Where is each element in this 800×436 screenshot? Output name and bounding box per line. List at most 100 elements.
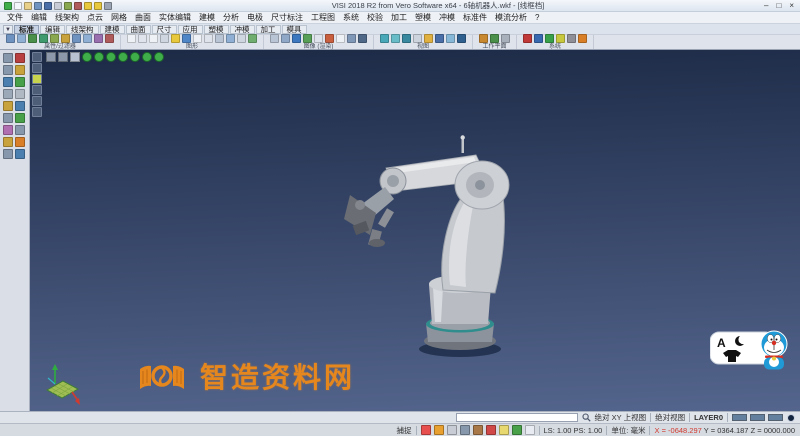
orbit-top-icon[interactable] <box>142 52 152 62</box>
attribute-paste-icon[interactable] <box>83 34 92 43</box>
snap-node-icon[interactable] <box>3 125 13 135</box>
menu-item[interactable]: 分析 <box>219 12 243 23</box>
menu-item[interactable]: 模流分析 <box>491 12 531 23</box>
view-cursor-icon[interactable] <box>70 52 80 62</box>
snap-auto-icon[interactable] <box>15 149 25 159</box>
type-filter-icon[interactable] <box>39 34 48 43</box>
view-mode-icon[interactable] <box>46 52 56 62</box>
snap-parallel-icon[interactable] <box>15 113 25 123</box>
refresh-graphics-icon[interactable] <box>248 34 257 43</box>
snap-light-icon[interactable] <box>498 425 509 435</box>
wireframe-view-icon[interactable] <box>127 34 136 43</box>
menu-item[interactable]: 系统 <box>339 12 363 23</box>
plot-icon[interactable] <box>64 1 72 10</box>
workplane-new-icon[interactable] <box>479 34 488 43</box>
viewport-active-icon[interactable] <box>32 74 42 84</box>
menu-item[interactable]: 塑模 <box>411 12 435 23</box>
render-blue-icon[interactable] <box>292 34 301 43</box>
ghost-view-icon[interactable] <box>160 34 169 43</box>
viewport-single-icon[interactable] <box>32 52 42 62</box>
snap-quad-icon[interactable] <box>3 101 13 111</box>
highlight-edges-icon[interactable] <box>171 34 180 43</box>
menu-item[interactable]: 网格 <box>107 12 131 23</box>
orbit-x-icon[interactable] <box>94 52 104 62</box>
menu-item[interactable]: 尺寸标注 <box>267 12 307 23</box>
show-planes-icon[interactable] <box>226 34 235 43</box>
pan-view-icon[interactable] <box>413 34 422 43</box>
toolbar-tab[interactable]: 模具 <box>281 24 307 34</box>
toolbar-tab[interactable]: 应用 <box>177 24 203 34</box>
new-file-icon[interactable] <box>14 1 22 10</box>
toolbar-tab[interactable]: 尺寸 <box>151 24 177 34</box>
view-lock-icon[interactable] <box>58 52 68 62</box>
toolbar-tab[interactable]: 塑模 <box>203 24 229 34</box>
snap-settings-icon[interactable] <box>420 425 431 435</box>
toolbar-tab[interactable]: 曲面 <box>125 24 151 34</box>
select-red-icon[interactable] <box>15 53 25 63</box>
viewport-quad-icon[interactable] <box>32 85 42 95</box>
layer-filter-icon[interactable] <box>17 34 26 43</box>
toolbar-tab[interactable]: 标准 <box>14 24 39 34</box>
snap-near-icon[interactable] <box>15 125 25 135</box>
viewport-config-icon[interactable] <box>32 107 42 117</box>
toolbar-tab[interactable]: 线架构 <box>66 24 99 34</box>
render-copper-icon[interactable] <box>325 34 334 43</box>
active-layer-icon[interactable] <box>182 34 191 43</box>
open-file-icon[interactable] <box>24 1 32 10</box>
snap-perp-icon[interactable] <box>3 113 13 123</box>
snap-center-icon[interactable] <box>3 77 13 87</box>
snap-mid-icon[interactable] <box>15 65 25 75</box>
menu-item[interactable]: 建模 <box>195 12 219 23</box>
rotate-view-icon[interactable] <box>457 34 466 43</box>
render-dark-icon[interactable] <box>358 34 367 43</box>
select-all-icon[interactable] <box>50 34 59 43</box>
render-steel-icon[interactable] <box>347 34 356 43</box>
workplane-align-icon[interactable] <box>490 34 499 43</box>
show-axes-icon[interactable] <box>204 34 213 43</box>
snap-point-icon[interactable] <box>3 89 13 99</box>
system-settings-icon[interactable] <box>523 34 532 43</box>
snap-magnet-icon[interactable] <box>433 425 444 435</box>
snap-angle-icon[interactable] <box>3 137 13 147</box>
color-swatch-2-icon[interactable] <box>750 414 765 421</box>
render-shaded-icon[interactable] <box>270 34 279 43</box>
system-database-icon[interactable] <box>534 34 543 43</box>
system-exit-icon[interactable] <box>578 34 587 43</box>
show-grid-icon[interactable] <box>215 34 224 43</box>
menu-item[interactable]: 线架构 <box>51 12 83 23</box>
snap-anchor-icon[interactable] <box>485 425 496 435</box>
zoom-window-icon[interactable] <box>391 34 400 43</box>
save-all-icon[interactable] <box>44 1 52 10</box>
command-input[interactable] <box>455 413 578 422</box>
render-materials-icon[interactable] <box>281 34 290 43</box>
snap-intersect-icon[interactable] <box>15 77 25 87</box>
hidden-line-icon[interactable] <box>149 34 158 43</box>
menu-item[interactable]: 工程图 <box>307 12 339 23</box>
select-icon[interactable] <box>3 53 13 63</box>
render-flat-icon[interactable] <box>314 34 323 43</box>
menu-item[interactable]: 电极 <box>243 12 267 23</box>
toolbar-tab[interactable]: 冲模 <box>229 24 255 34</box>
maximize-button[interactable]: □ <box>776 1 781 11</box>
snap-crosshair-icon[interactable] <box>524 425 535 435</box>
background-color-picker[interactable] <box>787 413 795 422</box>
color-swatch-3-icon[interactable] <box>768 414 783 421</box>
toolbar-tab[interactable]: 加工 <box>255 24 281 34</box>
workplane-reset-icon[interactable] <box>501 34 510 43</box>
zoom-all-icon[interactable] <box>380 34 389 43</box>
zoom-previous-icon[interactable] <box>402 34 411 43</box>
orbit-iso-icon[interactable] <box>130 52 140 62</box>
render-green-icon[interactable] <box>303 34 312 43</box>
top-view-icon[interactable] <box>435 34 444 43</box>
snap-entity-icon[interactable] <box>459 425 470 435</box>
orbit-z-icon[interactable] <box>118 52 128 62</box>
menu-item[interactable]: 标准件 <box>459 12 491 23</box>
robot-arm-model[interactable] <box>330 135 530 370</box>
snap-timer-icon[interactable] <box>511 425 522 435</box>
snap-tangent-icon[interactable] <box>15 101 25 111</box>
toolbar-tab[interactable]: 建模 <box>99 24 125 34</box>
snap-grid-icon[interactable] <box>15 89 25 99</box>
orbit-free-icon[interactable] <box>82 52 92 62</box>
app-logo-icon[interactable] <box>4 1 12 10</box>
coordinate-system-label[interactable]: 绝对视图 <box>655 412 685 423</box>
